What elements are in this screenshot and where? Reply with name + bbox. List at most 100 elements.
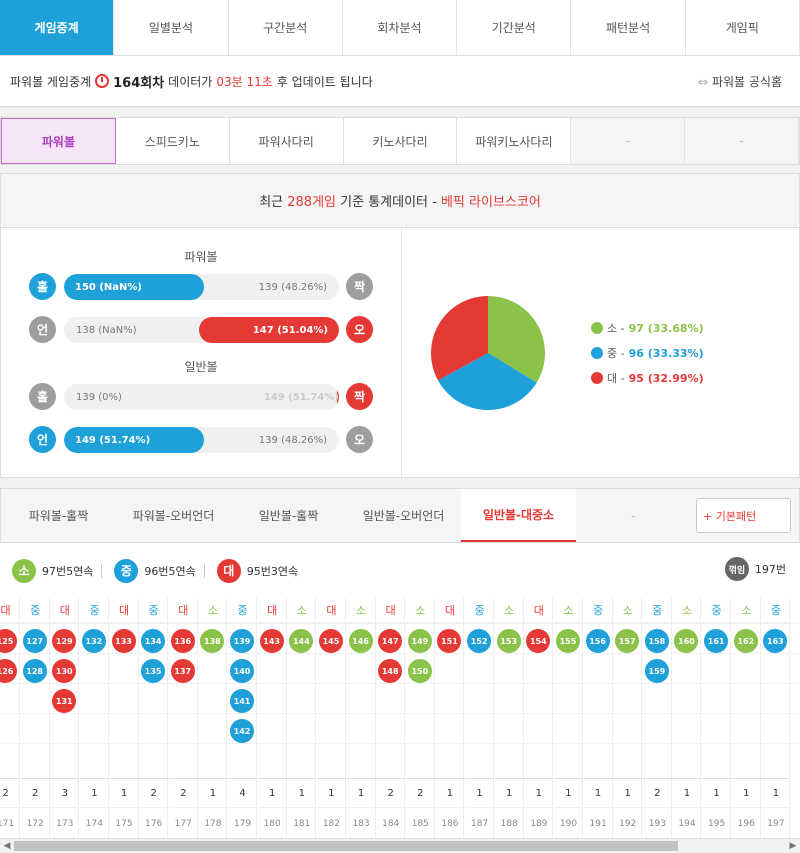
basic-pattern-button[interactable]: + 기본패턴 xyxy=(696,498,791,533)
horizontal-scrollbar[interactable]: ◀ ▶ xyxy=(0,838,800,853)
result-ball: 142 xyxy=(230,719,255,743)
clock-icon xyxy=(95,74,110,88)
tab-top-6[interactable]: 게임픽 xyxy=(686,0,800,55)
legend-label: 대 - xyxy=(607,372,625,385)
scroll-thumb[interactable] xyxy=(14,841,678,851)
column-header: 대 xyxy=(257,598,287,623)
pattern-column: 소 144 1 181 xyxy=(287,598,317,840)
stat-bar-row: 언 138 (NaN%) 147 (51.04%) 오 xyxy=(29,316,374,344)
summary-text: 95번3연속 xyxy=(246,564,299,578)
right-badge: 짝 xyxy=(346,383,373,410)
scroll-right-icon[interactable]: ▶ xyxy=(786,839,800,853)
column-header: 대 xyxy=(376,598,406,623)
round-number: 192 xyxy=(619,819,637,829)
pattern-column: 중 152 1 187 xyxy=(465,598,495,840)
pattern-tabs: 파워볼-홀짝 파워볼-오버언더 일반볼-홀짝 일반볼-오버언더 일반볼-대중소 - xyxy=(0,488,800,543)
tab-game-4[interactable]: 파워키노사다리 xyxy=(457,118,572,164)
bar-label-left: 138 (NaN%) xyxy=(76,324,137,336)
tab-game-3[interactable]: 키노사다리 xyxy=(344,118,458,164)
result-ball: 152 xyxy=(467,629,492,653)
column-header: 소 xyxy=(613,598,643,623)
pattern-column: 소 146 1 183 xyxy=(346,598,376,840)
tab-pattern-0[interactable]: 파워볼-홀짝 xyxy=(1,489,116,542)
column-header: 중 xyxy=(139,598,169,623)
result-ball: 131 xyxy=(52,689,77,713)
bar-label-left: 139 (0%) xyxy=(76,391,122,403)
summary-text: 97번5연속 xyxy=(42,564,94,578)
tab-pattern-4[interactable]: 일반볼-대중소 xyxy=(461,489,576,542)
result-ball: 144 xyxy=(289,629,314,653)
result-ball: 150 xyxy=(407,659,432,683)
tab-top-1[interactable]: 일별분석 xyxy=(114,0,229,55)
tab-top-0[interactable]: 게임중계 xyxy=(0,0,115,55)
turns-badge: 꺾임 xyxy=(724,557,749,581)
streak-count: 1 xyxy=(761,778,791,808)
bar-fill-left: 150 (NaN%) xyxy=(64,274,205,300)
tab-pattern-2[interactable]: 일반볼-홀짝 xyxy=(231,489,346,542)
official-site-link[interactable]: ⇔ 파워볼 공식홈 xyxy=(698,73,782,90)
result-ball: 130 xyxy=(52,659,77,683)
streak-count: 2 xyxy=(20,778,50,808)
tab-top-3[interactable]: 회차분석 xyxy=(343,0,458,55)
bar-fill-left: 149 (51.74%) xyxy=(64,427,205,453)
result-ball: 154 xyxy=(526,629,551,653)
bar-track: 138 (NaN%) 147 (51.04%) xyxy=(64,317,339,343)
round-number: 172 xyxy=(26,819,44,829)
result-ball: 155 xyxy=(555,629,580,653)
streak-count: 1 xyxy=(672,778,702,808)
info-suffix: 후 업데이트 됩니다 xyxy=(276,74,373,89)
streak-count: 1 xyxy=(346,778,376,808)
bar-track: 139 (0%) 149 (51.74%) xyxy=(64,384,339,410)
tab-top-4[interactable]: 기간분석 xyxy=(457,0,572,55)
game-tabs: 파워볼 스피드키노 파워사다리 키노사다리 파워키노사다리 - - xyxy=(0,117,800,165)
bar-label-right: 139 (48.26%) xyxy=(258,281,327,293)
result-ball: 153 xyxy=(496,629,521,653)
left-badge: 언 xyxy=(29,316,56,343)
streak-count: 1 xyxy=(613,778,643,808)
current-round: 164회차 xyxy=(113,75,165,91)
tab-game-0[interactable]: 파워볼 xyxy=(1,118,116,164)
scroll-left-icon[interactable]: ◀ xyxy=(0,839,14,853)
result-ball: 157 xyxy=(615,629,640,653)
bar-track: 150 (NaN%) 139 (48.26%) xyxy=(64,274,339,300)
right-badge: 짝 xyxy=(346,273,373,300)
bar-label-right: 139 (48.26%) xyxy=(258,434,327,446)
powerball-label: 파워볼 xyxy=(184,250,218,264)
link-icon: ⇔ xyxy=(697,75,708,89)
live-info-bar: 파워볼 게임중계 164회차 데이터가 03분 11초 후 업데이트 됩니다 ⇔… xyxy=(0,56,800,107)
streak-count: 1 xyxy=(435,778,465,808)
result-ball: 158 xyxy=(644,629,669,653)
result-ball: 145 xyxy=(318,629,343,653)
result-ball: 132 xyxy=(81,629,106,653)
legend-dot xyxy=(591,372,603,384)
bar-track: 149 (51.74%) 139 (48.26%) xyxy=(64,427,339,453)
tab-pattern-3[interactable]: 일반볼-오버언더 xyxy=(346,489,461,542)
pattern-column: 대 129 130 131 3 173 xyxy=(50,598,80,840)
tab-top-2[interactable]: 구간분석 xyxy=(229,0,343,55)
tab-pattern-1[interactable]: 파워볼-오버언더 xyxy=(116,489,231,542)
summary-badge: 중 xyxy=(114,558,139,583)
column-header: 소 xyxy=(346,598,376,623)
result-ball: 136 xyxy=(170,629,195,653)
summary-item: 소 97번5연속 xyxy=(12,558,103,583)
tab-game-1[interactable]: 스피드키노 xyxy=(116,118,230,164)
result-ball: 135 xyxy=(141,659,166,683)
round-number: 177 xyxy=(174,819,192,829)
left-badge: 언 xyxy=(29,426,56,453)
round-number: 195 xyxy=(708,819,726,829)
tab-top-5[interactable]: 패턴분석 xyxy=(571,0,686,55)
left-badge: 홀 xyxy=(29,273,56,300)
tab-game-2[interactable]: 파워사다리 xyxy=(230,118,344,164)
round-number: 173 xyxy=(56,819,74,829)
column-header: 대 xyxy=(435,598,465,623)
streak-count: 1 xyxy=(316,778,346,808)
top-nav-tabs: 게임중계 일별분석 구간분석 회차분석 기간분석 패턴분석 게임픽 xyxy=(0,0,800,56)
result-ball: 133 xyxy=(111,629,136,653)
summary-badge: 소 xyxy=(12,558,36,583)
summary-turns: 꺾임 197번 xyxy=(724,557,786,581)
streak-count: 2 xyxy=(139,778,169,808)
result-ball: 125 xyxy=(0,629,17,653)
result-ball: 159 xyxy=(644,659,669,683)
column-header: 중 xyxy=(702,598,732,623)
column-header: 소 xyxy=(494,598,524,623)
